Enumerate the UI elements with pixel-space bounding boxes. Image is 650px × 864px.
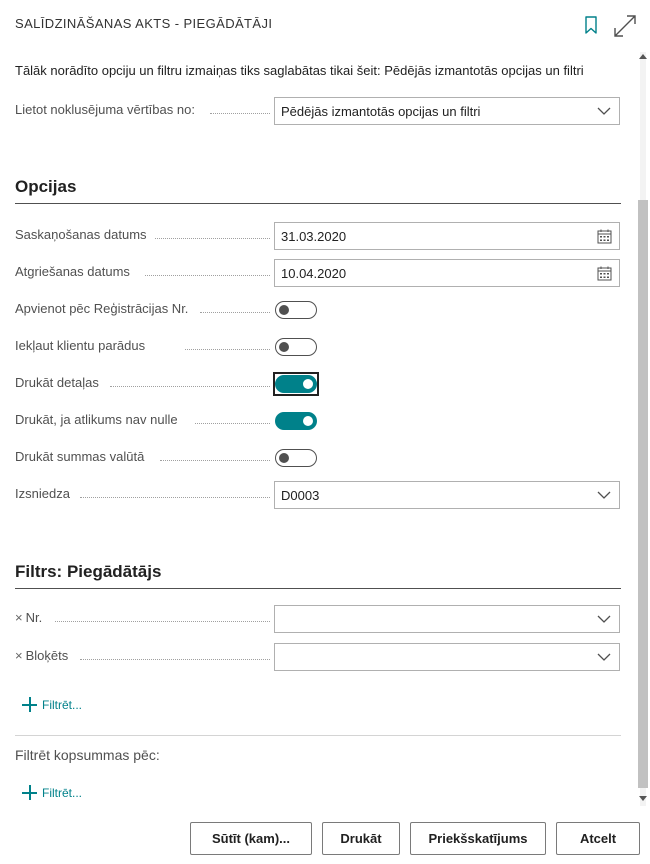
add-vendor-filter-link[interactable]: Filtrēt... [22,697,82,712]
label-dots [210,113,270,114]
return-date-label: Atgriešanas datums [15,264,134,279]
print-amounts-in-currency-row: Drukāt summas valūtā [15,444,621,472]
print-if-balance-nonzero-toggle[interactable] [275,412,317,430]
toggle-knob [279,452,289,463]
include-customer-debts-row: Iekļaut klientu parādus [15,333,621,361]
send-to-button[interactable]: Sūtīt (kam)... [190,822,312,855]
toggle-knob [279,304,289,315]
return-date-row: Atgriešanas datums 10.04.2020 [15,259,621,287]
label-dots [200,312,270,313]
options-heading: Opcijas [15,177,621,204]
chevron-down-icon [597,615,611,623]
toggle-knob [279,341,289,352]
calendar-icon[interactable] [597,266,612,281]
defaults-select[interactable]: Pēdējās izmantotās opcijas un filtri [274,97,620,125]
label-dots [80,497,270,498]
include-customer-debts-toggle[interactable] [275,338,317,356]
totals-filter-heading: Filtrēt kopsummas pēc: [15,747,160,763]
label-dots [155,238,270,239]
label-dots [55,621,270,622]
defaults-value: Pēdējās izmantotās opcijas un filtri [281,104,481,119]
dialog-title: SALĪDZINĀŠANAS AKTS - PIEGĀDĀTĀJI [15,16,273,31]
scroll-up-arrow-icon[interactable] [639,54,647,59]
print-if-balance-nonzero-row: Drukāt, ja atlikums nav nulle [15,407,621,435]
include-customer-debts-label: Iekļaut klientu parādus [15,338,150,353]
expand-icon[interactable] [612,13,638,39]
chevron-down-icon [597,491,611,499]
reconciliation-date-value: 31.03.2020 [281,229,347,244]
vertical-scrollbar[interactable] [637,52,649,806]
combine-by-reg-no-toggle[interactable] [275,301,317,319]
label-dots [160,460,270,461]
cancel-button[interactable]: Atcelt [556,822,640,855]
add-filter-label: Filtrēt... [42,698,83,712]
chevron-down-icon [597,107,611,115]
dialog-content: Tālāk norādīto opciju un filtru izmaiņas… [0,52,650,806]
calendar-icon[interactable] [597,229,612,244]
divider [15,735,621,736]
print-amounts-in-currency-toggle[interactable] [275,449,317,467]
label-dots [145,275,270,276]
filter-field-blocked-row: × Bloķēts [15,643,621,671]
toggle-knob [303,415,313,426]
print-button[interactable]: Drukāt [322,822,400,855]
combine-by-reg-no-label: Apvienot pēc Reģistrācijas Nr. [15,301,193,316]
print-details-toggle[interactable] [275,375,317,393]
return-date-input[interactable]: 10.04.2020 [274,259,620,287]
dialog-footer: Sūtīt (kam)... Drukāt Priekšskatījums At… [0,806,650,864]
toggle-knob [303,378,313,389]
return-date-value: 10.04.2020 [281,266,347,281]
label-dots [185,349,270,350]
defaults-label: Lietot noklusējuma vērtības no: [15,102,199,117]
plus-icon [22,697,37,712]
preview-button[interactable]: Priekšskatījums [410,822,546,855]
label-dots [195,423,270,424]
filter-field-no-label: × Nr. [15,610,47,625]
reconciliation-date-label: Saskaņošanas datums [15,227,151,242]
issued-by-label: Izsniedza [15,486,74,501]
filter-field-no-row: × Nr. [15,605,621,633]
add-filter-label: Filtrēt... [42,786,83,800]
scroll-down-arrow-icon[interactable] [639,796,647,801]
plus-icon [22,785,37,800]
reconciliation-date-input[interactable]: 31.03.2020 [274,222,620,250]
filter-field-label: Nr. [25,610,43,625]
label-dots [110,386,270,387]
filter-no-select[interactable] [274,605,620,633]
print-amounts-in-currency-label: Drukāt summas valūtā [15,449,149,464]
combine-by-reg-no-row: Apvienot pēc Reģistrācijas Nr. [15,296,621,324]
add-totals-filter-link[interactable]: Filtrēt... [22,785,82,800]
issued-by-select[interactable]: D0003 [274,481,620,509]
vendor-filter-heading: Filtrs: Piegādātājs [15,562,621,589]
bookmark-icon[interactable] [582,15,600,35]
issued-by-value: D0003 [281,488,320,503]
filter-field-blocked-label: × Bloķēts [15,648,73,663]
dialog-header: SALĪDZINĀŠANAS AKTS - PIEGĀDĀTĀJI [0,0,650,52]
defaults-row: Lietot noklusējuma vērtības no: Pēdējās … [15,97,621,125]
info-text: Tālāk norādīto opciju un filtru izmaiņas… [15,63,584,78]
filter-field-label: Bloķēts [25,648,69,663]
label-dots [80,659,270,660]
print-details-label: Drukāt detaļas [15,375,103,390]
chevron-down-icon [597,653,611,661]
scrollbar-thumb[interactable] [638,200,648,788]
filter-blocked-select[interactable] [274,643,620,671]
issued-by-row: Izsniedza D0003 [15,481,621,509]
reconciliation-date-row: Saskaņošanas datums 31.03.2020 [15,222,621,250]
print-if-balance-nonzero-label: Drukāt, ja atlikums nav nulle [15,412,182,427]
remove-filter-icon[interactable]: × [15,610,23,625]
print-details-row: Drukāt detaļas [15,370,621,398]
remove-filter-icon[interactable]: × [15,648,23,663]
